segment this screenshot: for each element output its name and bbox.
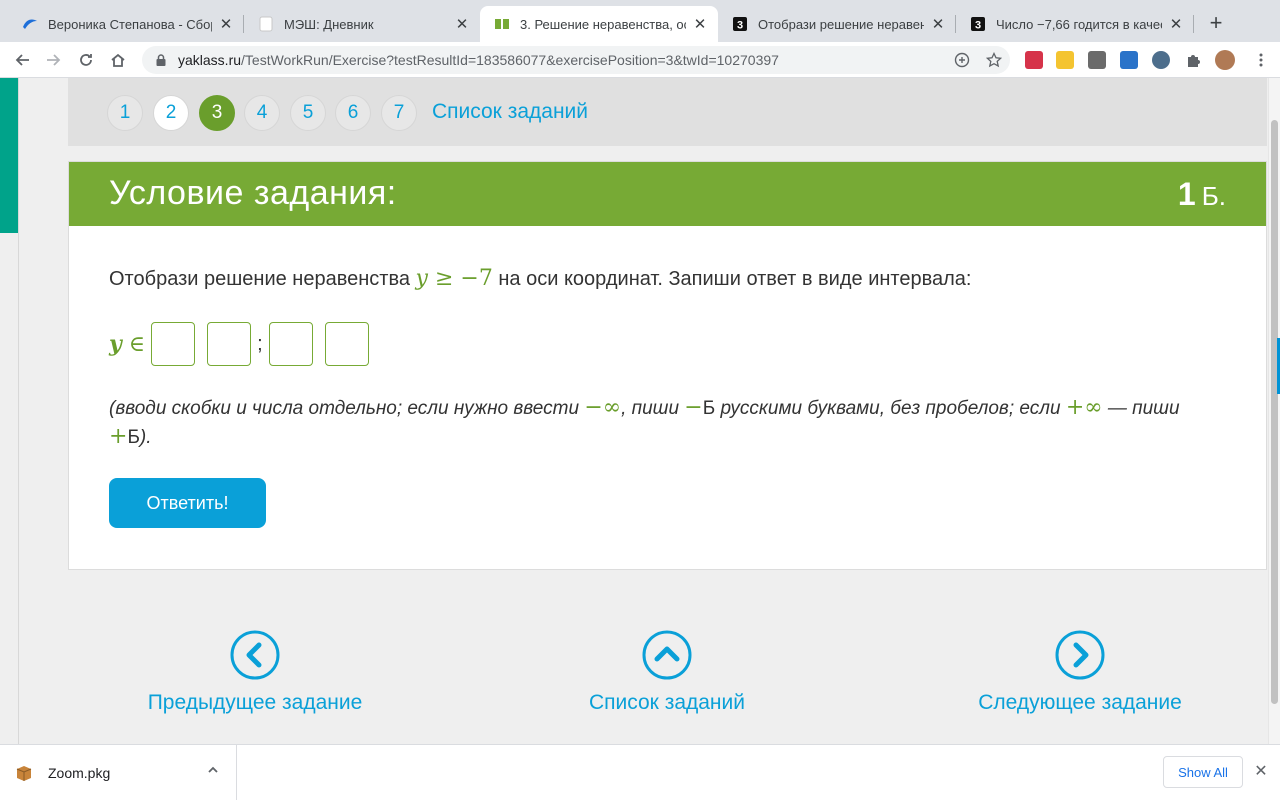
home-button[interactable] bbox=[106, 48, 130, 72]
close-icon[interactable]: ✕ bbox=[218, 16, 234, 33]
package-icon bbox=[16, 766, 32, 781]
reload-icon bbox=[80, 54, 92, 66]
download-shelf: Zoom.pkg Show All ✕ bbox=[0, 744, 1280, 800]
show-all-button[interactable]: Show All bbox=[1163, 756, 1243, 788]
answer-label: y ∈ bbox=[109, 331, 146, 357]
extension-yellow-icon[interactable] bbox=[1056, 51, 1074, 69]
prev-task-label: Предыдущее задание bbox=[147, 691, 363, 714]
task-card-header: Условие задания: 1 Б. bbox=[69, 162, 1266, 226]
input-hint: (вводи скобки и числа отдельно; если нуж… bbox=[109, 395, 1180, 449]
tab-yaklass-active[interactable]: 3. Решение неравенства, оси ✕ bbox=[480, 6, 718, 42]
answer-box-close-bracket[interactable] bbox=[324, 322, 369, 366]
inequality: y ≥ −7 bbox=[415, 266, 493, 291]
tab-chislo[interactable]: 3 Число −7,66 годится в качест ✕ bbox=[956, 6, 1194, 42]
arrow-right-icon bbox=[47, 54, 61, 66]
task-list-link[interactable]: Список заданий bbox=[432, 100, 588, 124]
answer-box-right-number[interactable] bbox=[268, 322, 313, 366]
profile-avatar[interactable] bbox=[1215, 50, 1235, 70]
next-task-link[interactable]: Следующее задание bbox=[940, 630, 1220, 715]
add-circle-icon[interactable] bbox=[951, 49, 973, 71]
task-statement: Отобрази решение неравенства y ≥ −7 на о… bbox=[109, 266, 972, 291]
tab-strip: Вероника Степанова - Сборни ✕ МЭШ: Дневн… bbox=[0, 0, 1280, 42]
extension-blue-icon[interactable] bbox=[1120, 51, 1138, 69]
chevron-up-circle-icon bbox=[642, 630, 692, 680]
question-number-7[interactable]: 7 bbox=[381, 95, 417, 131]
black-3-icon: 3 bbox=[732, 16, 748, 32]
next-task-label: Следующее задание bbox=[978, 691, 1182, 714]
task-list-bottom-label: Список заданий bbox=[588, 691, 745, 714]
tab-stepanova[interactable]: Вероника Степанова - Сборни ✕ bbox=[8, 6, 244, 42]
url-path: /TestWorkRun/Exercise?testResultId=18358… bbox=[241, 52, 779, 68]
interval-separator: ; bbox=[257, 332, 263, 355]
extensions-puzzle-icon[interactable] bbox=[1182, 49, 1204, 71]
reload-button[interactable] bbox=[74, 48, 98, 72]
bookmark-star-icon[interactable] bbox=[983, 49, 1005, 71]
question-number-4[interactable]: 4 bbox=[244, 95, 280, 131]
address-bar[interactable]: yaklass.ru/TestWorkRun/Exercise?testResu… bbox=[142, 46, 1010, 74]
new-tab-button[interactable]: + bbox=[1204, 12, 1228, 36]
download-filename: Zoom.pkg bbox=[48, 765, 111, 781]
svg-text:3: 3 bbox=[737, 20, 743, 32]
question-number-1[interactable]: 1 bbox=[107, 95, 143, 131]
chevron-up-icon[interactable] bbox=[204, 763, 222, 781]
blue-swoosh-icon bbox=[22, 16, 38, 32]
tab-title: МЭШ: Дневник bbox=[284, 16, 374, 32]
lock-icon bbox=[156, 54, 166, 66]
tab-title: Вероника Степанова - Сборни bbox=[48, 16, 212, 32]
close-icon[interactable]: ✕ bbox=[692, 16, 708, 33]
chevron-right-circle-icon bbox=[1055, 630, 1105, 680]
scrollbar-thumb[interactable] bbox=[1271, 120, 1278, 704]
question-number-6[interactable]: 6 bbox=[335, 95, 371, 131]
page-viewport: 1 2 3 4 5 6 7 Список заданий Условие зад… bbox=[0, 78, 1280, 744]
extension-v-icon[interactable] bbox=[1152, 51, 1170, 69]
question-number-3[interactable]: 3 bbox=[199, 95, 235, 131]
answer-row: y ∈ ; bbox=[109, 322, 381, 366]
scrollbar[interactable] bbox=[1268, 78, 1280, 744]
prev-task-link[interactable]: Предыдущее задание bbox=[115, 630, 395, 715]
task-points: 1 Б. bbox=[1177, 176, 1226, 212]
black-3-icon: 3 bbox=[970, 16, 986, 32]
answer-box-left-number[interactable] bbox=[207, 322, 252, 366]
home-icon bbox=[111, 53, 125, 67]
submit-answer-button[interactable]: Ответить! bbox=[109, 478, 266, 528]
task-title: Условие задания: bbox=[109, 174, 397, 212]
answer-box-open-bracket[interactable] bbox=[151, 322, 196, 366]
tab-title: Отобрази решение неравенс bbox=[758, 16, 924, 32]
close-icon[interactable]: ✕ bbox=[1252, 763, 1270, 781]
tab-title: 3. Решение неравенства, оси bbox=[520, 16, 686, 32]
close-icon[interactable]: ✕ bbox=[1168, 16, 1184, 33]
question-nav: 1 2 3 4 5 6 7 Список заданий bbox=[68, 78, 1267, 146]
tab-mesh-diary[interactable]: МЭШ: Дневник ✕ bbox=[244, 6, 480, 42]
back-button[interactable] bbox=[10, 48, 34, 72]
svg-text:3: 3 bbox=[975, 20, 981, 32]
close-icon[interactable]: ✕ bbox=[454, 16, 470, 33]
extension-red-icon[interactable] bbox=[1025, 51, 1043, 69]
blank-page-icon bbox=[258, 16, 274, 32]
chevron-left-circle-icon bbox=[230, 630, 280, 680]
forward-button[interactable] bbox=[42, 48, 66, 72]
extension-box-icon[interactable] bbox=[1088, 51, 1106, 69]
task-list-bottom-link[interactable]: Список заданий bbox=[527, 630, 807, 715]
yaklass-book-icon bbox=[494, 16, 510, 32]
arrow-left-icon bbox=[15, 54, 29, 66]
tab-otobrazi[interactable]: 3 Отобрази решение неравенс ✕ bbox=[718, 6, 956, 42]
tab-title: Число −7,66 годится в качест bbox=[996, 16, 1162, 32]
question-number-5[interactable]: 5 bbox=[290, 95, 326, 131]
side-accent-strip bbox=[0, 78, 18, 233]
url-host: yaklass.ru bbox=[178, 52, 242, 68]
browser-toolbar: yaklass.ru/TestWorkRun/Exercise?testResu… bbox=[0, 42, 1280, 78]
close-icon[interactable]: ✕ bbox=[930, 16, 946, 33]
task-card: Условие задания: 1 Б. Отобрази решение не… bbox=[68, 161, 1267, 570]
download-item[interactable]: Zoom.pkg bbox=[14, 759, 110, 787]
kebab-menu-icon[interactable] bbox=[1250, 49, 1272, 71]
question-number-2[interactable]: 2 bbox=[153, 95, 189, 131]
